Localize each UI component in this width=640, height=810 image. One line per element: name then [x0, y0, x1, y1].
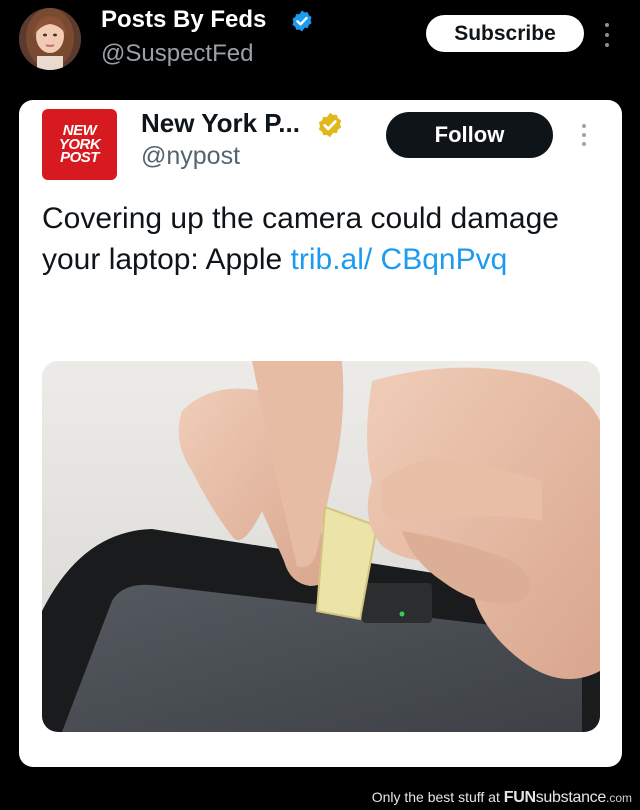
tweet-media-photo[interactable]	[42, 361, 600, 732]
quoted-more-options-icon[interactable]	[578, 122, 590, 148]
watermark-brand-rest: substance	[535, 789, 607, 806]
more-options-icon[interactable]	[600, 20, 614, 50]
follow-button[interactable]: Follow	[386, 112, 553, 158]
author-name[interactable]: Posts By Feds	[101, 6, 266, 34]
verified-gold-badge-icon	[318, 112, 342, 138]
tweet-text: Covering up the camera could damage your…	[42, 198, 602, 280]
tweet-link[interactable]: trib.al/ CBqnPvq	[291, 243, 508, 276]
avatar[interactable]	[19, 8, 81, 70]
photo-illustration	[42, 361, 600, 732]
nypost-logo[interactable]: NEW YORK POST	[42, 109, 117, 180]
quoted-author-name[interactable]: New York P...	[141, 108, 300, 139]
quoted-author-handle[interactable]: @nypost	[141, 142, 240, 171]
avatar-image	[19, 8, 81, 70]
logo-line-3: POST	[60, 149, 99, 167]
watermark-text: Only the best stuff at FUNsubstance.com	[372, 789, 632, 807]
verified-badge-icon	[292, 10, 312, 32]
watermark-suffix: .com	[605, 791, 632, 805]
subscribe-button[interactable]: Subscribe	[426, 15, 584, 52]
watermark-brand-fun: FUN	[503, 789, 536, 806]
quoted-post-card[interactable]: NEW YORK POST New York P... @nypost Foll…	[19, 100, 622, 767]
watermark-bar: Only the best stuff at FUNsubstance.com	[0, 785, 640, 810]
watermark-prefix: Only the best stuff at	[371, 789, 504, 805]
outer-post-header: Posts By Feds @SuspectFed Subscribe	[0, 0, 640, 90]
author-handle[interactable]: @SuspectFed	[101, 40, 253, 68]
